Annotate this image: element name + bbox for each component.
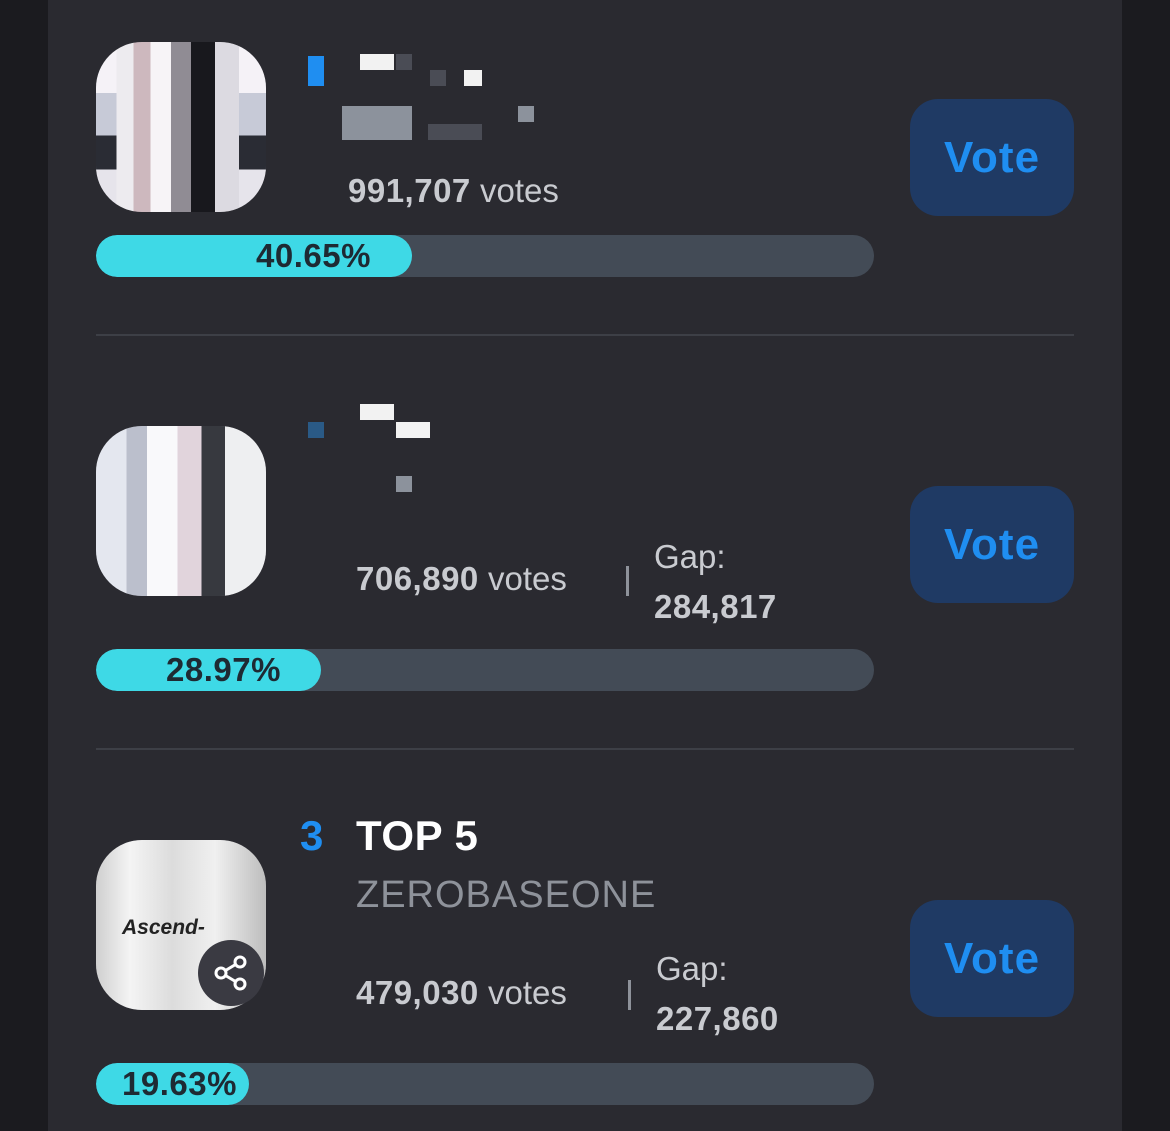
vote-count-number: 479,030 (356, 974, 479, 1011)
rank-indicator (308, 56, 324, 86)
vote-progress-bar: 28.97% (96, 649, 874, 691)
pixelated-image (96, 426, 266, 596)
redacted-artist (342, 106, 412, 140)
rank-number: 3 (300, 812, 324, 859)
vote-count-number: 991,707 (348, 172, 471, 209)
gap-value: 227,860 (656, 1000, 779, 1037)
vote-count: 991,707 votes (348, 172, 559, 210)
gap-label: Gap: (654, 538, 726, 575)
share-button[interactable] (198, 940, 264, 1006)
vote-progress-bar: 40.65% (96, 235, 874, 277)
redacted-title (360, 54, 394, 70)
separator (628, 980, 631, 1010)
redacted-title (396, 54, 412, 70)
ranking-panel: 991,707 votes Vote 40.65% 706,890 votes … (48, 0, 1122, 1131)
vote-button[interactable]: Vote (910, 900, 1074, 1017)
redacted-title (396, 422, 430, 438)
separator (626, 566, 629, 596)
gap-value: 284,817 (654, 588, 777, 625)
entry-title: TOP 5 (356, 812, 479, 859)
redacted-title (360, 404, 394, 420)
entry-thumbnail (96, 42, 266, 212)
share-icon (214, 955, 247, 991)
entry-artist: ZEROBASEONE (356, 874, 657, 916)
vote-count: 479,030 votes (356, 974, 567, 1012)
gap-label: Gap: (656, 950, 728, 987)
vote-count-number: 706,890 (356, 560, 479, 597)
redacted-title (464, 70, 482, 86)
vote-count-label: votes (487, 560, 567, 597)
vote-count: 706,890 votes (356, 560, 567, 598)
vote-progress-bar: 19.63% (96, 1063, 874, 1105)
vote-button[interactable]: Vote (910, 486, 1074, 603)
album-title-text: Ascend- (122, 916, 205, 939)
vote-button[interactable]: Vote (910, 99, 1074, 216)
redacted-artist (518, 106, 534, 122)
divider (96, 748, 1074, 750)
vote-percent: 19.63% (122, 1065, 237, 1102)
divider (96, 334, 1074, 336)
redacted-artist (396, 476, 412, 492)
redacted-title (430, 70, 446, 86)
pixelated-image (96, 42, 266, 212)
vote-percent: 40.65% (256, 237, 371, 274)
vote-count-label: votes (479, 172, 559, 209)
vote-percent: 28.97% (166, 651, 281, 688)
redacted-artist (428, 124, 482, 140)
rank-indicator (308, 422, 324, 438)
vote-count-label: votes (487, 974, 567, 1011)
entry-thumbnail (96, 426, 266, 596)
